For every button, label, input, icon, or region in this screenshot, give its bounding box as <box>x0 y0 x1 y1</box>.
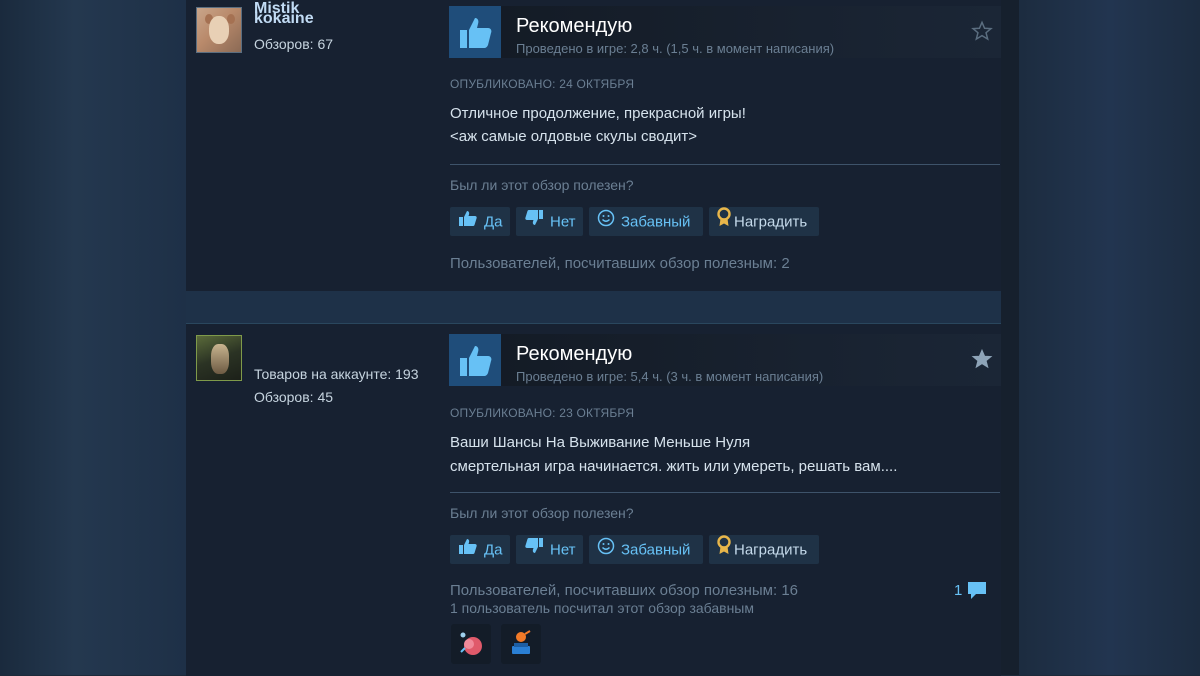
helpful-count: Пользователей, посчитавших обзор полезны… <box>450 582 799 599</box>
award-button[interactable]: Наградить <box>709 207 819 236</box>
award-icon <box>717 535 731 565</box>
vote-no-button[interactable]: Нет <box>516 207 583 236</box>
avatar-detail <box>209 16 229 44</box>
username[interactable]: Mistik <box>254 0 299 18</box>
posted-date: ОПУБЛИКОВАНО: 24 ОКТЯБРЯ <box>450 77 635 91</box>
star-icon[interactable] <box>971 348 993 375</box>
vote-yes-button[interactable]: Да <box>450 207 510 236</box>
smiley-icon <box>597 208 615 237</box>
review-header: Рекомендую Проведено в игре: 5,4 ч. (3 ч… <box>449 334 1001 386</box>
award-badge[interactable] <box>501 624 541 664</box>
thumbs-up-icon <box>458 208 478 237</box>
review-text: <аж самые олдовые скулы сводит> <box>450 128 698 145</box>
avatar[interactable] <box>196 7 242 53</box>
playtime: Проведено в игре: 5,4 ч. (3 ч. в момент … <box>516 369 824 384</box>
posted-date: ОПУБЛИКОВАНО: 23 ОКТЯБРЯ <box>450 406 635 420</box>
thumbs-up-icon <box>449 6 501 58</box>
review-text: Отличное продолжение, прекрасной игры! <box>450 105 746 122</box>
review-separator <box>186 290 1001 323</box>
helpful-question: Был ли этот обзор полезен? <box>450 505 634 521</box>
award-label: Наградить <box>734 541 808 559</box>
thumbs-down-icon <box>524 536 544 565</box>
vote-funny-label: Забавный <box>621 541 691 559</box>
comment-bubble-icon[interactable] <box>966 580 990 607</box>
vote-funny-button[interactable]: Забавный <box>589 207 703 236</box>
helpful-question: Был ли этот обзор полезен? <box>450 177 634 193</box>
divider <box>450 164 1000 165</box>
background-right <box>1001 0 1200 675</box>
review-count[interactable]: Обзоров: 67 <box>254 36 333 52</box>
award-button[interactable]: Наградить <box>709 535 819 564</box>
review-text: смертельная игра начинается. жить или ум… <box>450 458 898 475</box>
vote-funny-label: Забавный <box>621 213 691 231</box>
playtime: Проведено в игре: 2,8 ч. (1,5 ч. в момен… <box>516 41 835 56</box>
review-verdict[interactable]: Рекомендую <box>516 343 632 366</box>
funny-count: 1 пользователь посчитал этот обзор забав… <box>450 600 754 616</box>
vote-yes-label: Да <box>484 541 503 559</box>
review-count[interactable]: Обзоров: 45 <box>254 389 333 405</box>
award-badge[interactable] <box>451 624 491 664</box>
product-count[interactable]: Товаров на аккаунте: 193 <box>254 366 419 382</box>
thumbs-down-icon <box>524 208 544 237</box>
vote-yes-label: Да <box>484 213 503 231</box>
comment-count[interactable]: 1 <box>954 582 962 599</box>
thumbs-up-icon <box>458 536 478 565</box>
vote-no-label: Нет <box>550 541 576 559</box>
review-header: Рекомендую Проведено в игре: 2,8 ч. (1,5… <box>449 6 1001 58</box>
star-icon[interactable] <box>971 20 993 47</box>
award-badge-icon <box>460 632 482 655</box>
award-label: Наградить <box>734 213 808 231</box>
review-text: Ваши Шансы На Выживание Меньше Нуля <box>450 434 751 451</box>
divider <box>450 492 1000 493</box>
vote-funny-button[interactable]: Забавный <box>589 535 703 564</box>
background-left <box>0 0 186 675</box>
award-icon <box>717 207 731 237</box>
vote-yes-button[interactable]: Да <box>450 535 510 564</box>
award-badge-icon <box>512 630 531 654</box>
smiley-icon <box>597 536 615 565</box>
helpful-count: Пользователей, посчитавших обзор полезны… <box>450 255 790 272</box>
avatar[interactable] <box>196 335 242 381</box>
thumbs-up-icon <box>449 334 501 386</box>
vote-no-label: Нет <box>550 213 576 231</box>
review-card: kokaine Обзоров: 67 Рекомендую Проведено… <box>186 0 1001 291</box>
avatar-detail <box>211 344 229 374</box>
vote-no-button[interactable]: Нет <box>516 535 583 564</box>
review-verdict[interactable]: Рекомендую <box>516 15 632 38</box>
